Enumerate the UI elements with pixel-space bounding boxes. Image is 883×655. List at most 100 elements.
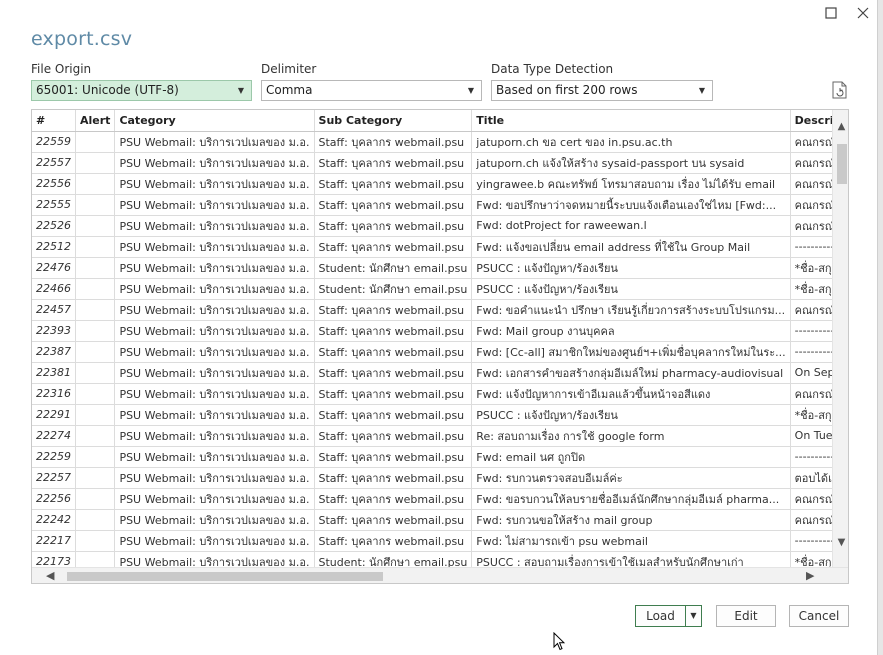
row-number-cell: 22217: [32, 530, 76, 552]
description-cell: คณกรณ์ หอติริธรรม: [790, 299, 832, 321]
column-header-description[interactable]: Description: [790, 110, 832, 132]
scroll-down-icon[interactable]: ▼: [833, 537, 848, 548]
row-number-cell: 22256: [32, 488, 76, 510]
table-row[interactable]: 22457 PSU Webmail: บริการเวปเมลของ ม.อ. St…: [32, 299, 832, 321]
column-header-category[interactable]: Category: [114, 110, 315, 132]
row-number-cell: 22381: [32, 362, 76, 384]
table-row[interactable]: 22316 PSU Webmail: บริการเวปเมลของ ม.อ. St…: [32, 383, 832, 405]
alert-cell: [75, 425, 116, 447]
refresh-button[interactable]: [832, 81, 848, 99]
file-origin-dropdown[interactable]: 65001: Unicode (UTF-8) ▼: [31, 80, 252, 101]
column-header-title[interactable]: Title: [471, 110, 791, 132]
row-number-cell: 22476: [32, 257, 76, 279]
alert-cell: [75, 131, 116, 153]
close-icon: [857, 7, 869, 19]
maximize-icon: [825, 7, 837, 19]
row-number-cell: 22466: [32, 278, 76, 300]
row-number-cell: 22457: [32, 299, 76, 321]
table-row[interactable]: 22556 PSU Webmail: บริการเวปเมลของ ม.อ. St…: [32, 173, 832, 195]
alert-cell: [75, 194, 116, 216]
title-cell: PSUCC : แจ้งปัญหา/ร้องเรียน: [471, 404, 791, 426]
table-row[interactable]: 22559 PSU Webmail: บริการเวปเมลของ ม.อ. St…: [32, 131, 832, 153]
category-cell: PSU Webmail: บริการเวปเมลของ ม.อ.: [114, 299, 315, 321]
window-edge: [877, 0, 883, 655]
delimiter-dropdown[interactable]: Comma ▼: [261, 80, 482, 101]
data-type-detection-dropdown[interactable]: Based on first 200 rows ▼: [491, 80, 713, 101]
table-row[interactable]: 22217 PSU Webmail: บริการเวปเมลของ ม.อ. St…: [32, 530, 832, 552]
table-row[interactable]: 22242 PSU Webmail: บริการเวปเมลของ ม.อ. St…: [32, 509, 832, 531]
table-row[interactable]: 22257 PSU Webmail: บริการเวปเมลของ ม.อ. St…: [32, 467, 832, 489]
table-row[interactable]: 22291 PSU Webmail: บริการเวปเมลของ ม.อ. St…: [32, 404, 832, 426]
sub-category-cell: Staff: บุคลากร webmail.psu: [314, 530, 473, 552]
category-cell: PSU Webmail: บริการเวปเมลของ ม.อ.: [114, 236, 315, 258]
sub-category-cell: Staff: บุคลากร webmail.psu: [314, 383, 473, 405]
sub-category-cell: Staff: บุคลากร webmail.psu: [314, 320, 473, 342]
category-cell: PSU Webmail: บริการเวปเมลของ ม.อ.: [114, 404, 315, 426]
title-cell: yingrawee.b คณะทรัพย์ โทรมาสอบถาม เรื่อง…: [471, 173, 791, 195]
edit-button[interactable]: Edit: [716, 605, 776, 627]
scroll-up-icon[interactable]: ▲: [833, 121, 848, 132]
mouse-cursor-icon: [553, 631, 566, 655]
sub-category-cell: Staff: บุคลากร webmail.psu: [314, 236, 473, 258]
alert-cell: [75, 467, 116, 489]
scroll-right-icon[interactable]: ▶: [806, 568, 814, 583]
cancel-button[interactable]: Cancel: [789, 605, 849, 627]
table-row[interactable]: 22381 PSU Webmail: บริการเวปเมลของ ม.อ. St…: [32, 362, 832, 384]
alert-cell: [75, 551, 116, 567]
category-cell: PSU Webmail: บริการเวปเมลของ ม.อ.: [114, 152, 315, 174]
description-cell: คณกรณ์ หอติริธรรม: [790, 488, 832, 510]
alert-cell: [75, 236, 116, 258]
vertical-scroll-thumb[interactable]: [837, 144, 847, 184]
title-cell: Fwd: เอกสารคำขอสร้างกลุ่มอีเมล์ใหม่ phar…: [471, 362, 791, 384]
window-maximize-button[interactable]: [819, 2, 843, 24]
alert-cell: [75, 362, 116, 384]
description-cell: ---------- Forwarded: [790, 530, 832, 552]
header-row: # Alert Category Sub Category Title Desc…: [32, 110, 832, 132]
file-origin-label: File Origin: [31, 62, 92, 76]
description-cell: ---------- Forwarded: [790, 320, 832, 342]
alert-cell: [75, 404, 116, 426]
alert-cell: [75, 215, 116, 237]
table-row[interactable]: 22274 PSU Webmail: บริการเวปเมลของ ม.อ. St…: [32, 425, 832, 447]
title-cell: PSUCC : แจ้งปัญหา/ร้องเรียน: [471, 278, 791, 300]
sub-category-cell: Staff: บุคลากร webmail.psu: [314, 446, 473, 468]
vertical-scrollbar[interactable]: ▲ ▼: [832, 110, 848, 567]
row-number-cell: 22259: [32, 446, 76, 468]
category-cell: PSU Webmail: บริการเวปเมลของ ม.อ.: [114, 362, 315, 384]
table-row[interactable]: 22466 PSU Webmail: บริการเวปเมลของ ม.อ. St…: [32, 278, 832, 300]
table-row[interactable]: 22557 PSU Webmail: บริการเวปเมลของ ม.อ. St…: [32, 152, 832, 174]
delimiter-label: Delimiter: [261, 62, 317, 76]
row-number-cell: 22242: [32, 509, 76, 531]
description-cell: คณกรณ์ หอติริธรรม: [790, 383, 832, 405]
table-row[interactable]: 22555 PSU Webmail: บริการเวปเมลของ ม.อ. St…: [32, 194, 832, 216]
chevron-down-icon: ▼: [698, 86, 705, 95]
column-header-sub-category[interactable]: Sub Category: [314, 110, 473, 132]
table-row[interactable]: 22393 PSU Webmail: บริการเวปเมลของ ม.อ. St…: [32, 320, 832, 342]
load-options-button[interactable]: ▼: [685, 605, 702, 627]
description-cell: ---------- Forwarded: [790, 341, 832, 363]
table-row[interactable]: 22526 PSU Webmail: บริการเวปเมลของ ม.อ. St…: [32, 215, 832, 237]
category-cell: PSU Webmail: บริการเวปเมลของ ม.อ.: [114, 131, 315, 153]
horizontal-scroll-thumb[interactable]: [67, 572, 383, 581]
table-row[interactable]: 22259 PSU Webmail: บริการเวปเมลของ ม.อ. St…: [32, 446, 832, 468]
preview-table: # Alert Category Sub Category Title Desc…: [32, 110, 832, 567]
horizontal-scrollbar[interactable]: ◀ ▶: [32, 567, 848, 583]
load-button[interactable]: Load: [635, 605, 686, 627]
row-number-cell: 22557: [32, 152, 76, 174]
description-cell: คณกรณ์ หอติริธรรม: [790, 152, 832, 174]
row-number-cell: 22274: [32, 425, 76, 447]
scroll-left-icon[interactable]: ◀: [46, 568, 54, 583]
description-cell: On Sep 3, 2018 12:: [790, 362, 832, 384]
table-row[interactable]: 22512 PSU Webmail: บริการเวปเมลของ ม.อ. St…: [32, 236, 832, 258]
table-row[interactable]: 22387 PSU Webmail: บริการเวปเมลของ ม.อ. St…: [32, 341, 832, 363]
alert-cell: [75, 383, 116, 405]
row-number-cell: 22526: [32, 215, 76, 237]
table-row[interactable]: 22256 PSU Webmail: บริการเวปเมลของ ม.อ. St…: [32, 488, 832, 510]
column-header-alert[interactable]: Alert: [75, 110, 116, 132]
table-row[interactable]: 22476 PSU Webmail: บริการเวปเมลของ ม.อ. St…: [32, 257, 832, 279]
window-close-button[interactable]: [851, 2, 875, 24]
table-row[interactable]: 22173 PSU Webmail: บริการเวปเมลของ ม.อ. St…: [32, 551, 832, 567]
title-cell: Fwd: ขอปรึกษาว่าจดหมายนี้ระบบแจ้งเตือนเอ…: [471, 194, 791, 216]
preview-grid[interactable]: # Alert Category Sub Category Title Desc…: [31, 109, 849, 584]
column-header-number[interactable]: #: [32, 110, 76, 132]
